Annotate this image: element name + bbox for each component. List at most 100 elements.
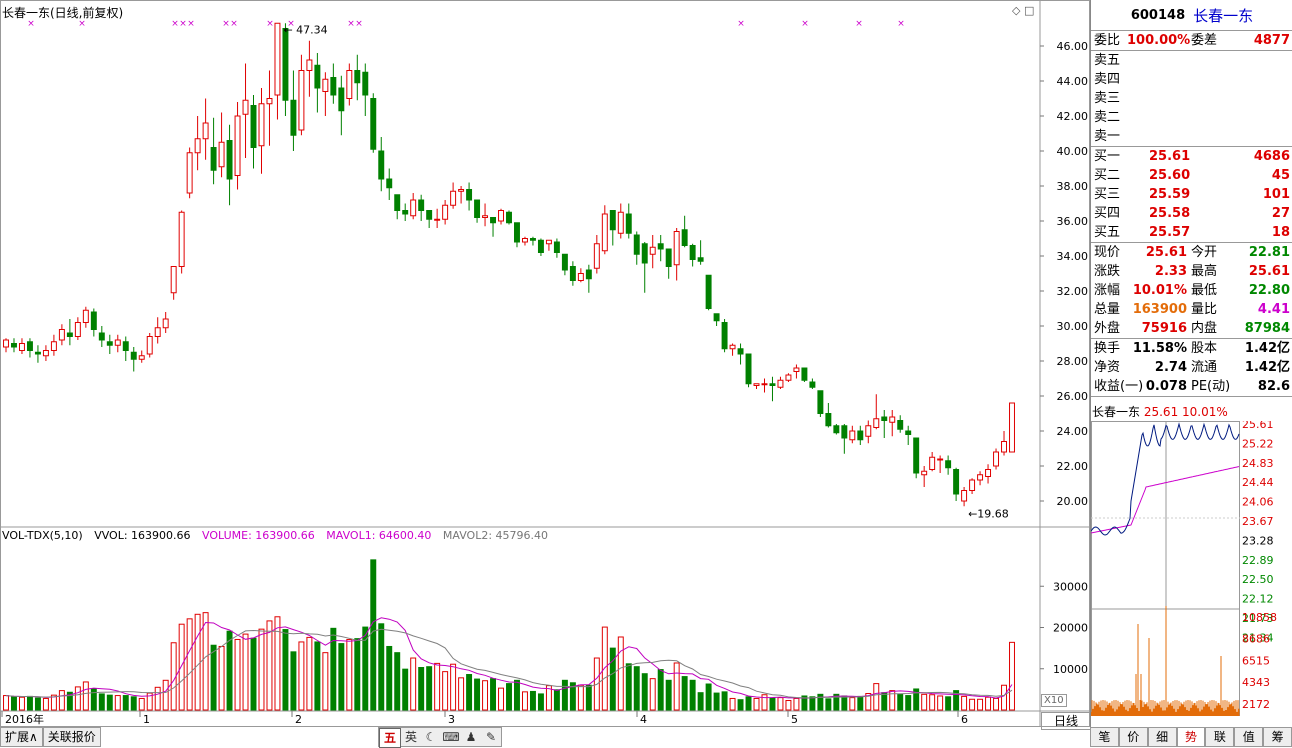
event-marker: × [187,19,195,29]
candle-body [665,248,672,267]
buy-volume: 45 [1271,168,1290,183]
english-input-button[interactable]: 英 [401,728,421,746]
candle-body [729,344,736,350]
candle-body [825,413,832,427]
stat-label: 今开 [1191,245,1218,260]
candle-body [146,336,153,355]
volume-bar [737,699,744,711]
vvol-value: VVOL: 163900.66 [94,529,191,542]
stock-name[interactable]: 长春一东 [1193,5,1253,26]
volume-bar [122,695,129,711]
volume-bar [897,693,904,711]
volume-bar [649,678,656,711]
event-marker: × [737,19,745,29]
quote-header: 600148 长春一东 [1091,0,1292,31]
volume-bar [785,700,792,711]
keyboard-icon[interactable]: ⌨ [441,728,461,746]
intraday-price: 25.61 [1143,405,1179,419]
volume-bar [961,695,968,711]
right-tab[interactable]: 联 [1205,727,1235,747]
stat-label: 最高 [1191,264,1218,279]
intraday-price-label: 23.67 [1242,515,1274,528]
volume-bar [625,663,632,711]
right-tab[interactable]: 细 [1147,727,1177,747]
price-tick-label: 42.00 [1057,110,1089,123]
volume-bar [242,633,249,711]
volume-bar [234,638,241,711]
volume-bar [1001,684,1007,711]
volume-bar [338,643,345,711]
candle-body [961,490,968,502]
candle-body [793,367,800,372]
candle-body [26,341,33,351]
stat-value: 87984 [1244,321,1290,336]
tab-related-quotes[interactable]: 关联报价 [42,727,101,747]
stat-value: 2.74 [1154,360,1187,375]
right-tab[interactable]: 值 [1234,727,1264,747]
period-selector[interactable]: 日线 [1041,712,1091,730]
date-tick-label: 2016年 [5,712,44,726]
right-tab[interactable]: 笔 [1090,727,1119,747]
sell-label: 卖三 [1094,91,1121,106]
right-tab[interactable]: 价 [1118,727,1148,747]
right-tab[interactable]: 筹 [1263,727,1292,747]
candle-body [298,70,305,131]
candle-body [769,383,776,386]
candle-body [777,379,784,388]
intraday-chart[interactable]: 25.61 25.22 24.83 24.44 24.06 23.67 23.28 22.89… [1091,421,1291,721]
buy-price: 25.59 [1149,187,1191,202]
volume-bar [482,680,489,711]
stat-value: 75916 [1141,321,1187,336]
candle-body [553,241,560,253]
volume-bar [362,626,369,711]
kline-chart-area[interactable]: 46.00 44.00 42.00 40.00 38.00 36.00 34.00 32.00… [0,0,1091,747]
volume-bar [458,677,465,711]
candle-body [753,383,760,386]
tab-expand[interactable]: 扩展∧ [0,727,43,747]
intraday-vol-label: 10858 [1242,611,1277,624]
stat-row: 收益(一) 0.078 PE(动) 82.6 [1091,377,1292,396]
candle-body [873,418,880,428]
volume-bar [138,697,145,711]
intraday-vol-label: 4343 [1242,676,1270,689]
volume-bar [993,697,1000,711]
wubi-input-button[interactable]: 五 [379,728,401,748]
right-tab[interactable]: 势 [1176,727,1206,747]
candle-body [378,150,385,180]
candle-body [801,367,808,381]
stat-value: 25.61 [1145,245,1187,260]
person-icon[interactable]: ♟ [461,728,481,746]
volume-bar [905,695,912,711]
volume-bar [306,636,313,711]
candle-body [785,374,792,381]
candle-body [50,341,57,351]
x10-button[interactable]: X10 [1041,694,1067,707]
volume-bar [929,694,936,711]
volume-bar [969,698,976,711]
volume-bar [745,696,752,711]
candle-body [3,339,9,348]
candle-body [426,210,433,220]
kline-chart[interactable]: 46.00 44.00 42.00 40.00 38.00 36.00 34.00 32.00… [0,0,1090,747]
volume-bar [210,644,217,711]
candle-body [913,437,920,474]
candle-body [721,322,728,350]
price-tick-label: 20.00 [1057,495,1089,508]
stat-value: 11.58% [1132,341,1187,356]
candle-body [474,199,481,218]
volume-bar [314,641,321,711]
intraday-price-label: 22.12 [1242,593,1274,606]
candle-body [122,341,129,351]
volume-bar [641,673,648,711]
wrench-icon[interactable]: ✎ [481,728,501,746]
stat-row: 总量 163900 量比 4.41 [1091,300,1292,319]
intraday-price-label: 24.44 [1242,476,1274,489]
candle-body [937,458,944,461]
price-tick-label: 32.00 [1057,285,1089,298]
candle-body [98,332,105,341]
stat-label: 涨幅 [1094,283,1121,298]
volume-bar [58,690,65,711]
volume-bar [290,651,297,711]
moon-icon[interactable]: ☾ [421,728,441,746]
chart-options-icons[interactable]: ◇ □ [1012,4,1034,17]
